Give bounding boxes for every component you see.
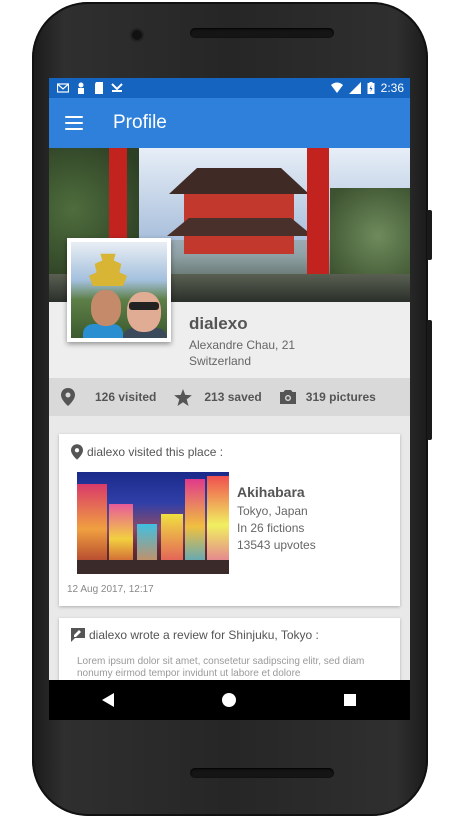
visit-card[interactable]: dialexo visited this place : Akihabara T… [59, 434, 400, 606]
country: Switzerland [189, 354, 252, 368]
stats-bar: 126 visited 213 saved 319 pictures [49, 378, 410, 416]
location-pin-icon [71, 444, 83, 460]
battery-charging-icon [367, 82, 375, 94]
stat-saved-label: 213 saved [204, 390, 262, 404]
wifi-icon [330, 82, 343, 93]
sd-card-icon [95, 82, 103, 94]
front-camera [132, 30, 142, 40]
user-icon [78, 82, 84, 94]
place-name: Akihabara [237, 484, 305, 500]
review-card-header: dialexo wrote a review for Shinjuku, Tok… [71, 628, 319, 642]
mail-icon [57, 83, 69, 93]
review-text: Lorem ipsum dolor sit amet, consetetur s… [77, 656, 365, 679]
power-button [427, 320, 432, 440]
visit-card-header: dialexo visited this place : [71, 444, 223, 460]
bottom-speaker [190, 768, 334, 778]
page-title: Profile [113, 112, 167, 133]
volume-button [427, 210, 432, 260]
stat-visited-label: 126 visited [95, 390, 157, 404]
clock: 2:36 [380, 81, 404, 95]
status-bar: 2:36 [49, 78, 410, 98]
stat-visited[interactable]: 126 visited [61, 388, 156, 406]
full-name-age: Alexandre Chau, 21 [189, 338, 296, 352]
app-bar: Profile [49, 98, 410, 148]
place-upvotes: 13543 upvotes [237, 538, 316, 552]
navigation-bar [49, 680, 410, 720]
back-icon[interactable] [102, 693, 116, 707]
visit-date: 12 Aug 2017, 12:17 [67, 584, 154, 595]
place-fictions: In 26 fictions [237, 521, 305, 535]
stat-saved[interactable]: 213 saved [174, 388, 262, 406]
signal-icon [348, 82, 361, 94]
top-speaker [190, 28, 334, 38]
username: dialexo [189, 314, 248, 333]
star-icon [174, 388, 193, 406]
avatar[interactable] [67, 238, 171, 342]
stat-pictures-label: 319 pictures [305, 390, 376, 404]
download-icon [111, 83, 123, 92]
hamburger-menu-icon[interactable] [65, 116, 83, 130]
recents-icon[interactable] [343, 693, 357, 707]
visit-card-header-text: dialexo visited this place : [87, 445, 224, 459]
place-location: Tokyo, Japan [237, 504, 308, 518]
review-card-header-text: dialexo wrote a review for Shinjuku, Tok… [89, 628, 319, 642]
location-pin-icon [61, 388, 75, 406]
camera-icon [279, 390, 296, 404]
home-icon[interactable] [222, 693, 237, 707]
review-icon [71, 628, 85, 642]
screen: 2:36 Profile dialexo Alexandre Chau, 21 … [49, 78, 410, 720]
stat-pictures[interactable]: 319 pictures [279, 390, 376, 404]
place-image[interactable] [77, 472, 229, 574]
